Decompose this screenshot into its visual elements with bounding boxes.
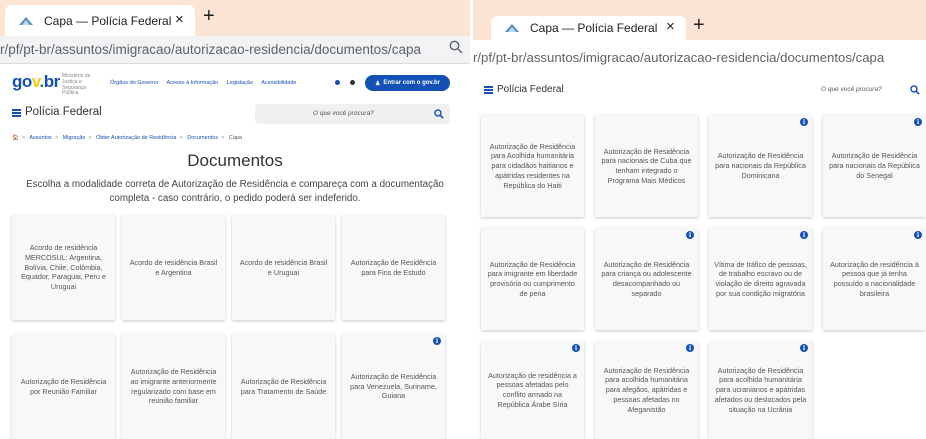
link-acessibilidade[interactable]: Acessibilidade bbox=[261, 80, 296, 86]
card-nacionalidade-brasileira[interactable]: i Autorização de residência à pessoa que … bbox=[823, 228, 926, 330]
card-reuniao-familiar[interactable]: Autorização de Residência por Reunião Fa… bbox=[12, 334, 115, 439]
search-placeholder: O que você procura? bbox=[313, 110, 374, 117]
search-icon[interactable] bbox=[910, 85, 920, 95]
chevron-right-icon: > bbox=[88, 135, 92, 141]
menu-icon[interactable] bbox=[484, 86, 493, 94]
search-field[interactable]: O que você procura? bbox=[726, 80, 926, 100]
breadcrumb-item[interactable]: Assuntos bbox=[29, 135, 52, 141]
card-tratamento-saude[interactable]: Autorização de Residência para Tratament… bbox=[232, 334, 335, 439]
url-text[interactable]: r/pf/pt-br/assuntos/imigracao/autorizaca… bbox=[0, 42, 421, 57]
gov-header: gov.br Ministério da Justiça e Segurança… bbox=[0, 68, 470, 98]
card-brasil-uruguai[interactable]: Acordo de residência Brasil e Uruguai bbox=[232, 215, 335, 320]
govbr-logo[interactable]: gov.br bbox=[12, 72, 60, 92]
info-icon[interactable]: i bbox=[800, 344, 808, 352]
card-haiti[interactable]: Autorização de Residência para Acolhida … bbox=[481, 115, 584, 217]
site-header: Polícia Federal O que você procura? bbox=[0, 103, 470, 125]
tab-strip: Capa — Polícia Federal × + bbox=[473, 0, 926, 40]
card-mercosul[interactable]: Acordo de residência MERCOSUL: Argentina… bbox=[12, 215, 115, 320]
address-bar[interactable]: r/pf/pt-br/assuntos/imigracao/autorizaca… bbox=[0, 36, 470, 64]
search-icon[interactable] bbox=[434, 109, 444, 119]
favicon-icon bbox=[505, 24, 519, 32]
link-legislacao[interactable]: Legislação bbox=[227, 80, 253, 86]
card-vitima-trafico[interactable]: i Vítima de tráfico de pessoas, de trabal… bbox=[709, 228, 812, 330]
ministry-label: Ministério da Justiça e Segurança Públic… bbox=[62, 73, 91, 97]
card-crianca-desacompanhada[interactable]: i Autorização de Residência para criança … bbox=[595, 228, 698, 330]
tab-title: Capa — Polícia Federal bbox=[44, 13, 172, 28]
cookie-icon[interactable] bbox=[350, 80, 355, 85]
tab-title: Capa — Polícia Federal bbox=[530, 21, 658, 35]
gov-top-links: Órgãos do Governo Acesso à Informação Le… bbox=[110, 80, 303, 86]
card-afeganistao[interactable]: i Autorização de Residência para acolhida… bbox=[595, 341, 698, 439]
close-icon[interactable]: × bbox=[666, 18, 675, 35]
site-header: Polícia Federal O que você procura? bbox=[473, 80, 926, 102]
card-fins-estudo[interactable]: Autorização de Residência para Fins de E… bbox=[342, 215, 445, 320]
breadcrumb: 🏠 > Assuntos > Migração > Obter Autorização… bbox=[12, 135, 242, 141]
breadcrumb-item[interactable]: Migração bbox=[63, 135, 86, 141]
right-browser-window: Capa — Polícia Federal × + r/pf/pt-br/as… bbox=[473, 0, 926, 439]
address-bar[interactable]: r/pf/pt-br/assuntos/imigracao/autorizaca… bbox=[473, 42, 926, 70]
user-icon: ♟ bbox=[375, 80, 381, 87]
card-brasil-argentina[interactable]: Acordo de residência Brasil e Argentina bbox=[122, 215, 225, 320]
site-name[interactable]: Polícia Federal bbox=[497, 84, 564, 95]
breadcrumb-item[interactable]: Obter Autorização de Residência bbox=[96, 135, 176, 141]
chevron-right-icon: > bbox=[179, 135, 183, 141]
site-name[interactable]: Polícia Federal bbox=[25, 106, 102, 118]
contrast-icon[interactable] bbox=[335, 80, 340, 85]
close-icon[interactable]: × bbox=[175, 11, 184, 28]
link-acesso-informacao[interactable]: Acesso à Informação bbox=[167, 80, 219, 86]
login-button[interactable]: ♟ Entrar com o gov.br bbox=[365, 75, 450, 91]
info-icon[interactable]: i bbox=[914, 231, 922, 239]
favicon-icon bbox=[19, 16, 33, 25]
tab-strip: Capa — Polícia Federal × + bbox=[0, 0, 470, 36]
card-cuba-mais-medicos[interactable]: Autorização de Residência para nacionais… bbox=[595, 115, 698, 217]
card-ucrania[interactable]: i Autorização de Residência para acolhida… bbox=[709, 341, 812, 439]
card-siria[interactable]: i Autorização de residência a pessoas afe… bbox=[481, 341, 584, 439]
browser-tab[interactable]: Capa — Polícia Federal × bbox=[491, 16, 686, 40]
link-orgaos[interactable]: Órgãos do Governo bbox=[110, 80, 158, 86]
chevron-right-icon: > bbox=[21, 135, 26, 141]
browser-tab[interactable]: Capa — Polícia Federal × bbox=[5, 5, 195, 36]
page-title: Documentos bbox=[187, 151, 283, 170]
info-icon[interactable]: i bbox=[572, 344, 580, 352]
info-icon[interactable]: i bbox=[686, 231, 694, 239]
menu-icon[interactable] bbox=[12, 109, 21, 117]
card-liberdade-provisoria[interactable]: Autorização de Residência para imigrante… bbox=[481, 228, 584, 330]
info-icon[interactable]: i bbox=[433, 337, 441, 345]
info-icon[interactable]: i bbox=[686, 344, 694, 352]
url-text[interactable]: r/pf/pt-br/assuntos/imigracao/autorizaca… bbox=[473, 50, 884, 65]
info-icon[interactable]: i bbox=[800, 231, 808, 239]
card-venezuela-suriname-guiana[interactable]: i Autorização de Residência para Venezuel… bbox=[342, 334, 445, 439]
left-browser-window: Capa — Polícia Federal × + r/pf/pt-br/as… bbox=[0, 0, 470, 439]
breadcrumb-item[interactable]: Documentos bbox=[187, 135, 218, 141]
plus-icon[interactable]: + bbox=[203, 5, 215, 28]
plus-icon[interactable]: + bbox=[693, 14, 705, 37]
home-icon[interactable]: 🏠 bbox=[12, 135, 19, 141]
card-republica-dominicana[interactable]: i Autorização de Residência para nacionai… bbox=[709, 115, 812, 217]
info-icon[interactable]: i bbox=[800, 118, 808, 126]
card-senegal[interactable]: i Autorização de Residência para nacionai… bbox=[823, 115, 926, 217]
breadcrumb-current: Capa bbox=[228, 135, 243, 141]
search-field[interactable]: O que você procura? bbox=[255, 104, 450, 124]
chevron-right-icon: > bbox=[54, 135, 59, 141]
search-placeholder: O que você procura? bbox=[821, 86, 882, 93]
intro-text: Escolha a modalidade correta de Autoriza… bbox=[26, 179, 444, 205]
card-imigrante-regularizado[interactable]: Autorização de Residência ao imigrante a… bbox=[122, 334, 225, 439]
search-icon[interactable] bbox=[449, 40, 463, 54]
info-icon[interactable]: i bbox=[914, 118, 922, 126]
chevron-right-icon: > bbox=[221, 135, 225, 141]
